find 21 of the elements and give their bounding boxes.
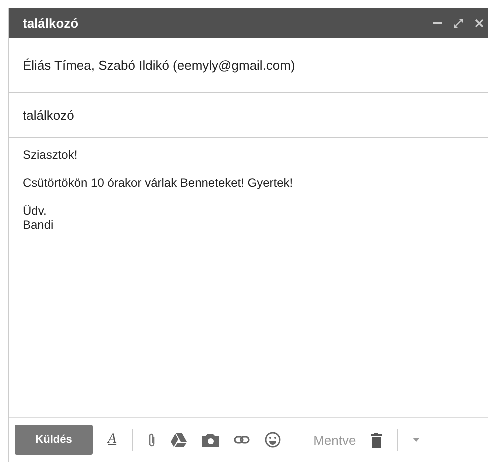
close-icon[interactable] <box>475 18 484 28</box>
expand-icon[interactable] <box>454 18 463 28</box>
smiley-icon[interactable] <box>264 432 281 448</box>
saved-status: Mentve <box>314 432 356 448</box>
drive-icon[interactable] <box>170 433 187 447</box>
send-button[interactable]: Küldés <box>15 425 93 455</box>
message-text: Üdv. <box>23 204 47 218</box>
message-text: Csütörtökön 10 órakor várlak Benneteket! Gyertek! <box>23 176 294 190</box>
minimize-icon[interactable] <box>433 22 442 24</box>
window-title: találkozó <box>23 16 80 30</box>
subject-field[interactable]: találkozó <box>9 93 488 138</box>
trash-icon[interactable] <box>371 432 382 448</box>
message-text: Bandi <box>23 218 54 232</box>
formatting-button[interactable]: A <box>108 432 117 448</box>
camera-icon[interactable] <box>202 434 219 446</box>
link-icon[interactable] <box>234 436 250 444</box>
recipients-field[interactable]: Éliás Tímea, Szabó Ildikó (eemyly@gmail.com) <box>9 38 488 93</box>
message-text: Sziasztok! <box>23 148 78 162</box>
dropdown-arrow-icon[interactable] <box>413 438 420 442</box>
message-body[interactable]: Sziasztok! Csütörtökön 10 órakor várlak Benneteket! Gyertek! Üdv. Bandi <box>9 138 488 417</box>
paperclip-icon[interactable] <box>148 432 156 448</box>
